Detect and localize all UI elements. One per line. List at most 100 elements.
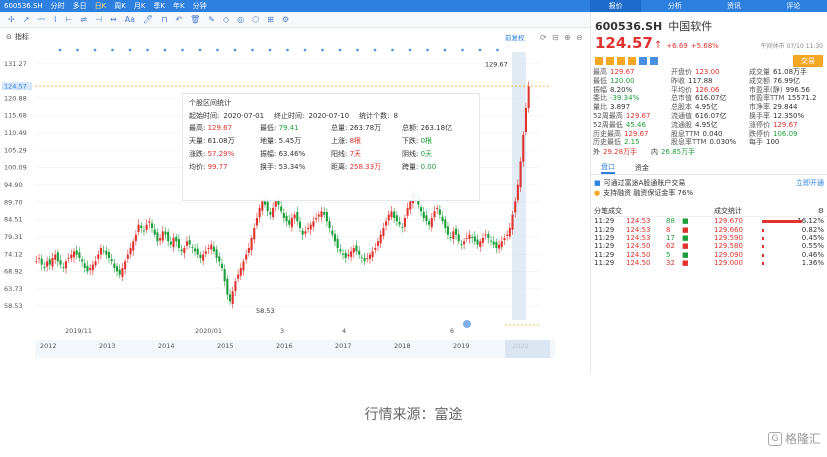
tab-0[interactable]: 分时 [51,1,65,11]
event-marker[interactable] [426,48,429,52]
tool-icon[interactable]: ⊞ [267,15,274,24]
tool-icon[interactable]: 🖊 [143,15,153,24]
quote-value: 2.15 [624,138,640,147]
quote-cell: 最高 129.67 [593,68,669,77]
candle [514,201,517,213]
end-date[interactable]: 2020-07-10 [308,110,349,122]
tool-icon[interactable]: ◎ [237,15,244,24]
badge-icon[interactable] [650,57,658,65]
event-marker[interactable] [373,48,377,52]
event-marker[interactable] [58,48,62,52]
tab-3[interactable]: 周K [114,1,126,11]
candle [183,248,186,254]
event-marker[interactable] [163,48,167,52]
compare-button[interactable]: 前复权 [505,33,525,42]
event-marker[interactable] [128,48,132,52]
tool-icon[interactable]: ✢ [8,15,15,24]
event-marker[interactable] [391,48,394,52]
candle [285,215,288,222]
event-marker[interactable] [356,48,359,52]
tab-4[interactable]: 月K [134,1,146,11]
event-marker[interactable] [321,48,324,52]
event-marker[interactable] [93,48,97,52]
tool-icon[interactable]: ⊢ [65,15,72,24]
start-date[interactable]: 2020-07-01 [223,110,264,122]
candle [524,108,528,133]
range-selector[interactable] [505,340,550,358]
badge-icon[interactable] [606,57,614,65]
event-marker[interactable] [408,48,412,52]
event-marker[interactable] [496,48,499,52]
candle [245,254,248,260]
event-marker[interactable] [461,48,464,52]
panel-tab-1[interactable]: 分析 [649,0,700,12]
chart-control-icon[interactable]: ⊕ [564,33,571,42]
panel-tab-2[interactable]: 资讯 [709,0,760,12]
info-marker[interactable] [463,320,471,328]
chart-control-icon[interactable]: ⊟ [552,33,559,42]
tool-icon[interactable]: ⚙ [282,15,289,24]
badge-icon[interactable] [639,57,647,65]
tool-icon[interactable]: ⊓ [161,15,167,24]
tool-icon[interactable]: ⇌ [80,15,87,24]
x-year-label: 2019 [453,342,470,350]
tool-icon[interactable]: ◇ [223,15,229,24]
event-marker[interactable] [111,48,114,52]
candle [266,202,269,212]
tool-icon[interactable]: ⌇ [53,15,57,24]
popup-label: 天量: [189,137,206,145]
event-marker[interactable] [251,48,254,52]
tool-icon[interactable]: ✎ [208,15,215,24]
badge-icon[interactable] [628,57,636,65]
badge-icon[interactable] [595,57,603,65]
tab-7[interactable]: 分钟 [193,1,207,11]
tab-zijin[interactable]: 资金 [635,163,649,173]
event-marker[interactable] [198,48,202,52]
quote-cell: 开盘价 123.00 [671,68,747,77]
event-marker[interactable] [478,48,482,52]
event-marker[interactable] [146,48,149,52]
candle [282,213,285,218]
event-marker[interactable] [286,48,289,52]
tab-pankou[interactable]: 盘口 [601,162,615,174]
quote-panel: 600536.SH 中国软件 124.57 ↑ +6.69 +5.68% 午间休… [590,12,827,374]
event-marker[interactable] [443,48,447,52]
panel-tab-3[interactable]: 评论 [768,0,819,12]
open-link[interactable]: 立即开通 [796,178,824,188]
chart-control-icon[interactable]: ⊖ [576,33,583,42]
quote-value: 129.67 [773,120,798,129]
event-marker[interactable] [338,48,342,52]
tool-icon[interactable]: ⬡ [252,15,259,24]
candle [188,240,191,245]
tool-icon[interactable]: ↗ [23,15,30,24]
tab-6[interactable]: 年K [173,1,185,11]
event-marker[interactable] [233,48,237,52]
candle [296,212,299,222]
tab-2[interactable]: 日K [95,1,107,11]
x-month-label: 3 [280,327,284,335]
candle [153,229,156,235]
chart-control-icon[interactable]: ⟳ [540,33,547,42]
candle [231,291,234,304]
badge-icon[interactable] [617,57,625,65]
event-marker[interactable] [268,48,272,52]
kline-chart[interactable]: 131.27 124.57 120.88 115.68 110.49 105.29 100.… [0,28,590,374]
panel-tab-0[interactable]: 报价 [590,0,642,12]
quote-time: 午间休市 07/10 11:30 [760,43,823,50]
tool-icon[interactable]: 〰 [37,14,45,25]
event-marker[interactable] [303,48,307,52]
tool-icon[interactable]: ⊣ [95,15,102,24]
tool-icon[interactable]: ↔ [110,15,117,24]
tool-icon[interactable]: 🗑 [190,15,200,24]
event-marker[interactable] [181,48,184,52]
event-marker[interactable] [76,48,79,52]
candle [86,265,89,272]
tab-1[interactable]: 多日 [73,1,87,11]
tool-icon[interactable]: ↶ [175,15,182,24]
tab-5[interactable]: 季K [153,1,165,11]
trade-button[interactable]: 交易 [793,55,823,67]
candle [304,231,307,234]
event-marker[interactable] [216,48,219,52]
gear-icon[interactable]: ⚙ [818,206,824,216]
tool-icon[interactable]: Aa [125,15,135,24]
